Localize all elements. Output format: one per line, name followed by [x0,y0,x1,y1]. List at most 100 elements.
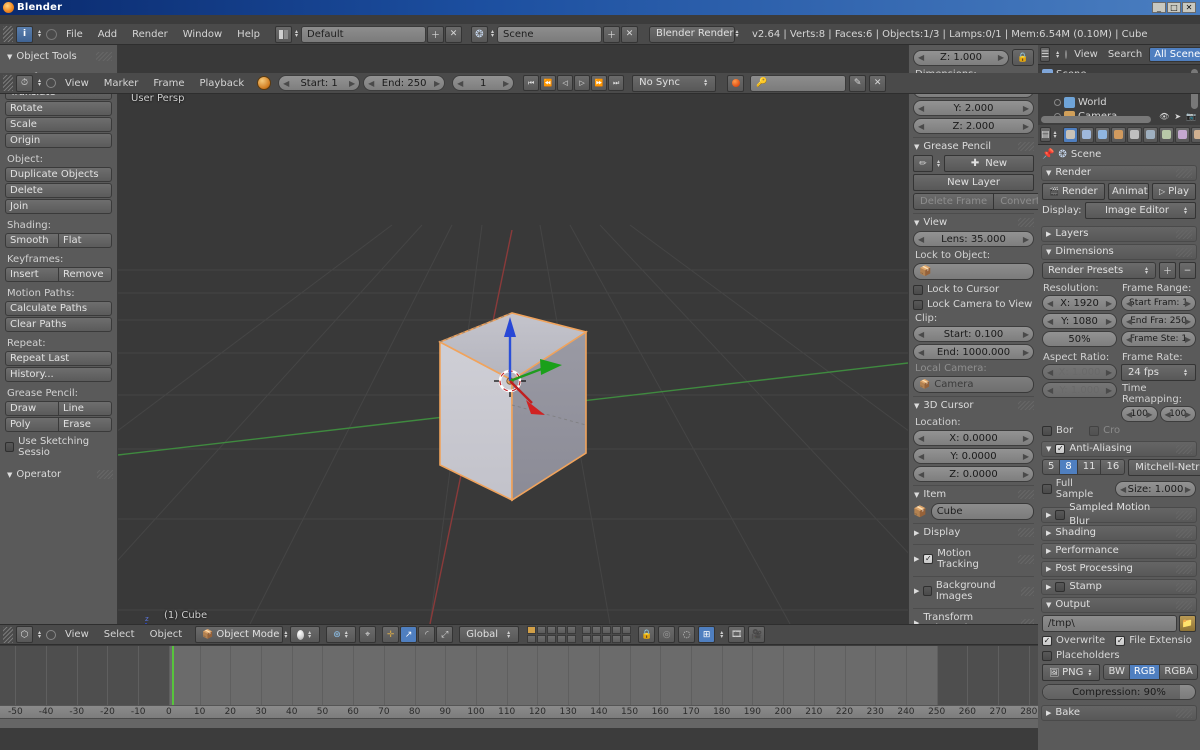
info-editor-icon[interactable]: i [16,26,33,43]
gp-delete-frame-button[interactable]: Delete Frame [913,193,993,210]
decrement-arrow-icon[interactable]: ◀ [918,53,924,62]
properties-modifiers-tab[interactable] [1143,127,1158,143]
scene-layer-11[interactable] [592,626,601,634]
aasize-inc-icon[interactable]: ▶ [1185,485,1191,494]
cursor-location-field-z[interactable]: ◀Z: 0.0000▶ [913,466,1034,482]
time-remap-new-field[interactable]: ◀ 100 ▶ [1160,406,1197,422]
current-frame-field[interactable]: ◀ 1 ▶ [452,75,514,91]
antialiasing-section-header[interactable]: ▼ ✓ Anti-Aliasing [1041,441,1197,457]
tool-shelf[interactable]: ▼ Object Tools Transform:TranslateRotate… [0,45,118,624]
tool-button-repeat-last[interactable]: Repeat Last [5,351,112,366]
proportional-edit-icon[interactable]: ◌ [678,626,695,643]
timeline-ruler[interactable]: -50-40-30-20-100102030405060708090100110… [0,705,1038,719]
border-checkbox[interactable] [1042,426,1052,436]
full-sample-checkbox[interactable] [1042,484,1052,494]
tool-button-poly[interactable]: Poly [5,417,58,432]
post-processing-section-header[interactable]: ▶ Post Processing [1041,561,1197,577]
aa-sample-16[interactable]: 16 [1101,459,1125,475]
tool-button-line[interactable]: Line [58,401,112,416]
dec-arrow-icon[interactable]: ◀ [918,104,924,113]
item-section-header[interactable]: ▼ Item [913,485,1034,503]
playback-controls[interactable]: ⏮ ⏪ ◁ ▷ ⏩ ⏭ [523,75,624,91]
scene-layer-5[interactable] [527,635,536,643]
stamp-section-header[interactable]: ▶ Stamp [1041,579,1197,595]
cursor-location-field-y[interactable]: ◀Y: 0.0000▶ [913,448,1034,464]
scene-icon[interactable]: ❂ [471,26,488,43]
prev-keyframe-icon[interactable]: ⏪ [540,75,556,91]
lock-to-object-field[interactable]: 📦 [913,263,1034,280]
tool-button-smooth[interactable]: Smooth [5,233,58,248]
render-section-header[interactable]: ▼ Render [1041,165,1197,181]
viewport-shading-select[interactable]: ▴▾ [290,626,320,643]
scene-layer-19[interactable] [622,635,631,643]
lens-dec-icon[interactable]: ◀ [918,235,924,244]
resy-inc-icon[interactable]: ▶ [1106,317,1112,326]
menu-render[interactable]: Render [126,28,174,41]
scene-layer-9[interactable] [567,635,576,643]
aspy-dec-icon[interactable]: ◀ [1047,386,1053,395]
timeline-track[interactable] [0,646,1038,705]
maximize-button[interactable]: □ [1167,2,1181,13]
inc-arrow-icon[interactable]: ▶ [1023,104,1029,113]
tool-button-history[interactable]: History... [5,367,112,382]
scene-layer-14[interactable] [622,626,631,634]
tool-button-scale[interactable]: Scale [5,117,112,132]
fstart-inc-icon[interactable]: ▶ [1185,299,1191,308]
aa-sample-8[interactable]: 8 [1060,459,1077,475]
scene-layer-0[interactable] [527,626,536,634]
eyedropper-icon[interactable]: ✎ [849,75,866,92]
delete-screen-layout-button[interactable]: ✕ [445,26,462,43]
aspx-dec-icon[interactable]: ◀ [1047,368,1053,377]
viewport-header-grip[interactable] [3,627,13,643]
header-grip[interactable] [3,26,13,42]
scene-layer-3[interactable] [557,626,566,634]
timeline-editor-type-spinner[interactable]: ▴▾ [36,79,43,87]
gp-new-layer-button[interactable]: New Layer [913,174,1034,191]
outliner-editor-type-spinner[interactable]: ▴▾ [1054,51,1061,59]
properties-material-tab[interactable] [1175,127,1190,143]
manip-size-icon[interactable]: ⤢ [436,626,453,643]
fend-inc-icon[interactable]: ▶ [1185,317,1191,326]
scene-spinner[interactable]: ▴▾ [489,30,496,38]
frame-start-field[interactable]: ◀ Start Fram: 1 ▶ [1121,295,1196,311]
clear-icon[interactable]: ✕ [869,75,886,92]
scene-layers-group-b[interactable] [582,626,631,643]
np-collapsed-background-images[interactable]: ▶Background Images [913,576,1034,605]
file-extension-row[interactable]: ✓ File Extensio [1115,635,1192,646]
properties-editor-type-spinner[interactable]: ▴▾ [1052,131,1059,139]
dec-arrow-icon[interactable]: ◀ [918,122,924,131]
scene-layer-16[interactable] [592,635,601,643]
3d-viewport[interactable]: z y x User Persp (1) Cube [0,45,1038,624]
scene-layer-15[interactable] [582,635,591,643]
overwrite-checkbox[interactable]: ✓ [1042,636,1052,646]
background-images-checkbox[interactable] [923,586,932,596]
fend-dec-icon[interactable]: ◀ [1126,317,1132,326]
tool-button-erase[interactable]: Erase [58,417,112,432]
interaction-mode-select[interactable]: 📦 Object Mode ▴▾ [195,626,283,643]
output-section-header[interactable]: ▼ Output [1041,597,1197,613]
crop-row[interactable]: Cro [1089,425,1120,436]
properties-texture-tab[interactable] [1191,127,1200,143]
properties-editor-icon[interactable]: ▤ [1040,127,1051,142]
scene-layer-1[interactable] [537,626,546,634]
scale-manip-icon[interactable]: ◜ [418,626,435,643]
stamp-checkbox[interactable] [1055,582,1065,592]
properties-object-tab[interactable] [1111,127,1126,143]
next-keyframe-icon[interactable]: ⏩ [591,75,607,91]
timeline-collapse-icon[interactable] [46,78,56,88]
placeholders-row[interactable]: Placeholders [1042,650,1196,661]
render-only-icon[interactable]: ◎ [658,626,675,643]
object-tools-panel-header[interactable]: ▼ Object Tools [5,49,112,66]
placeholders-checkbox[interactable] [1042,651,1052,661]
properties-constraints-tab[interactable] [1127,127,1142,143]
time-remap-old-field[interactable]: ◀ 100 ▶ [1121,406,1158,422]
crop-checkbox[interactable] [1089,426,1099,436]
scene-layer-13[interactable] [612,626,621,634]
timeline-editor-icon[interactable]: ⏱ [16,75,33,92]
tool-button-duplicate-objects[interactable]: Duplicate Objects [5,167,112,182]
cursor-location-field-x[interactable]: ◀X: 0.0000▶ [913,430,1034,446]
render-image-button[interactable]: 🎬 Render [1042,183,1105,200]
resolution-y-field[interactable]: ◀ Y: 1080 ▶ [1042,313,1117,329]
jump-to-end-icon[interactable]: ⏭ [608,75,624,91]
render-animation-button[interactable]: 🎥 Animatio [1108,183,1149,200]
